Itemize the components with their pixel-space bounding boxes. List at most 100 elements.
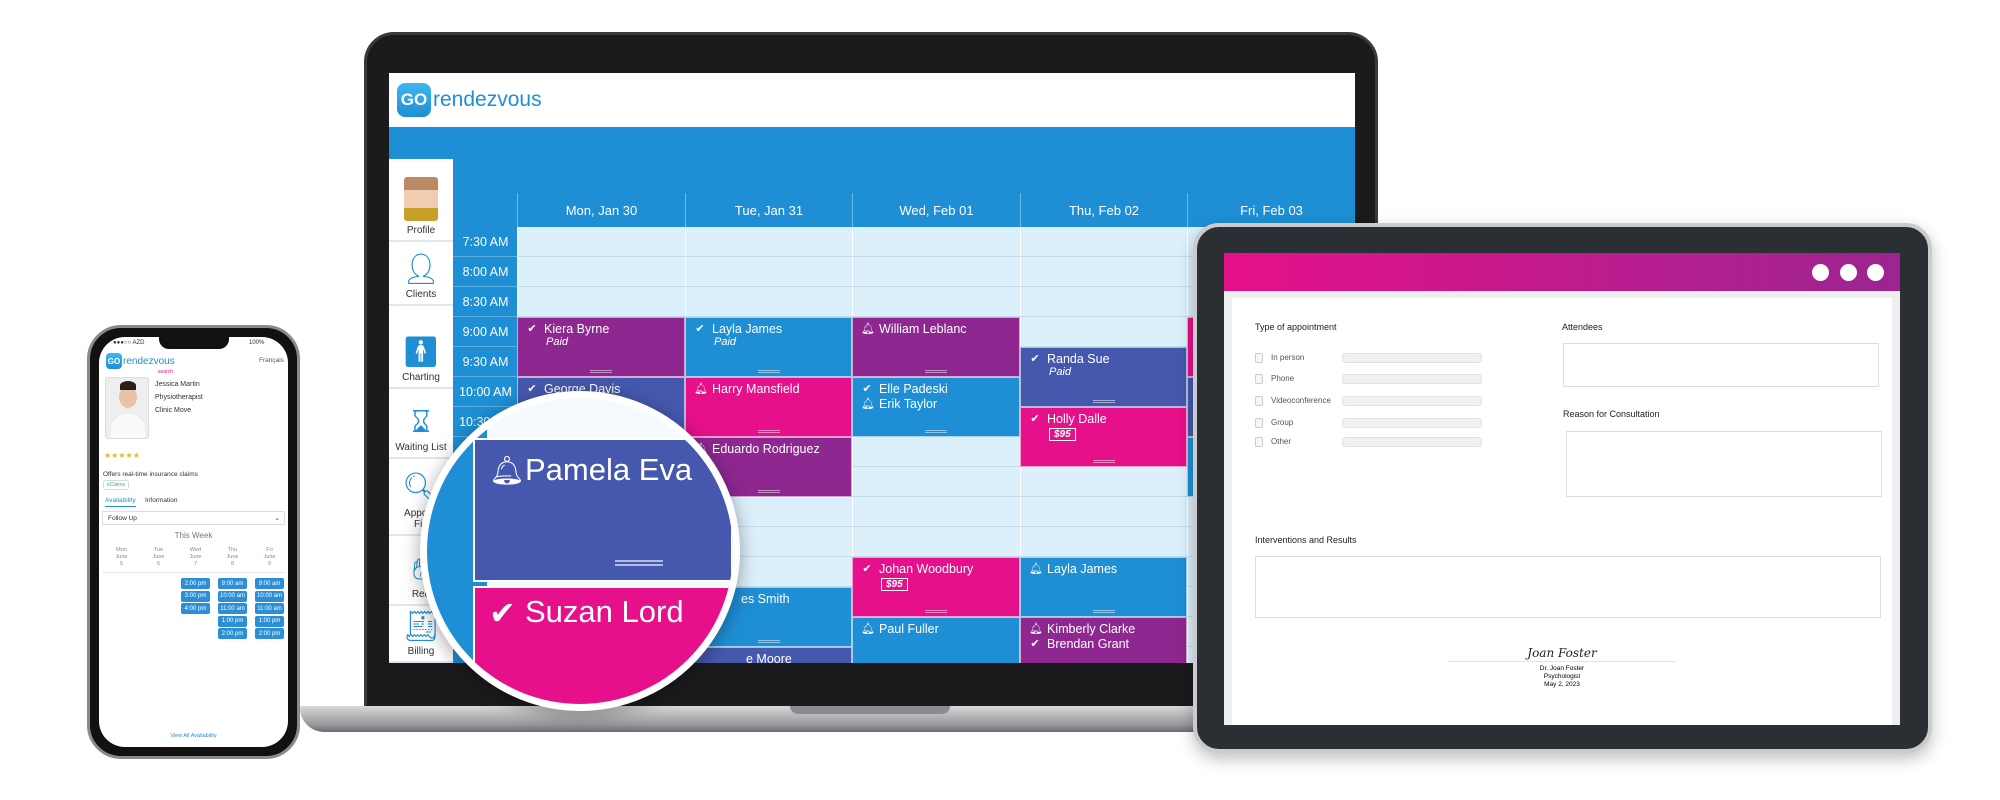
drag-grip[interactable] — [1092, 460, 1115, 463]
appointment[interactable]: 🔔︎ Layla James — [1020, 557, 1187, 617]
drag-grip[interactable] — [615, 560, 663, 566]
option-input[interactable] — [1342, 374, 1482, 384]
option-checkbox[interactable] — [1255, 437, 1263, 447]
time-slot-button[interactable]: 9:00 am — [255, 578, 284, 589]
time-slot[interactable] — [852, 227, 1020, 257]
time-slot-button[interactable]: 3:00 pm — [181, 590, 210, 602]
day-n: 6 — [156, 561, 161, 567]
time-slot-button[interactable]: 2:00 pm — [218, 628, 247, 639]
reason-field[interactable] — [1566, 431, 1882, 497]
time-slot-button[interactable]: 4:00 pm — [181, 603, 210, 614]
tab-information[interactable]: Information — [145, 497, 178, 504]
option-checkbox[interactable] — [1255, 374, 1263, 384]
time-slot[interactable] — [852, 527, 1020, 557]
time-slot-button[interactable]: 1:00 pm — [218, 615, 247, 627]
drag-grip[interactable] — [757, 370, 780, 373]
time-slot[interactable] — [852, 257, 1020, 287]
day-header[interactable]: Wed, Feb 01 — [852, 193, 1020, 227]
drag-grip[interactable] — [925, 430, 947, 433]
service-select[interactable]: Follow Up ⌄ — [102, 511, 285, 525]
appointment[interactable]: 🔔︎ William Leblanc — [852, 317, 1020, 377]
drag-grip[interactable] — [1092, 610, 1115, 613]
time-slot[interactable] — [1020, 287, 1187, 317]
drag-grip[interactable] — [757, 430, 780, 433]
time-slot[interactable] — [685, 287, 852, 317]
drag-grip[interactable] — [590, 370, 612, 373]
window-dot[interactable] — [1867, 264, 1884, 281]
appointment[interactable]: 🔔︎ Harry Mansfield — [685, 377, 852, 437]
client-name: Elle Padeski — [879, 381, 948, 396]
drag-grip[interactable] — [757, 640, 780, 643]
view-all-link[interactable]: View All Availability — [99, 733, 288, 739]
appointment[interactable]: ✔ Randa Sue Paid — [1020, 347, 1187, 407]
time-slot-button[interactable]: 2:00 pm — [255, 628, 284, 639]
time-slot[interactable] — [517, 257, 685, 287]
option-checkbox[interactable] — [1255, 353, 1263, 363]
time-slot[interactable] — [852, 287, 1020, 317]
time-slot-button[interactable]: 10:00 am — [218, 590, 247, 602]
option-label: In person — [1271, 353, 1305, 362]
drag-grip[interactable] — [925, 610, 947, 613]
option-checkbox[interactable] — [1255, 418, 1263, 428]
time-slot[interactable] — [1020, 227, 1187, 257]
appointment[interactable]: ✔ Kiera Byrne Paid — [517, 317, 685, 377]
appointment[interactable]: ✔ Johan Woodbury $95 — [852, 557, 1020, 617]
check-icon: ✔ — [527, 383, 537, 395]
option-input[interactable] — [1342, 396, 1482, 406]
window-dot[interactable] — [1840, 264, 1857, 281]
appointment[interactable]: 🔔︎ Paul Fuller — [852, 617, 1020, 663]
day-header[interactable]: Fri, Feb 03 — [1187, 193, 1355, 227]
time-slot[interactable] — [852, 497, 1020, 527]
time-slot[interactable] — [685, 227, 852, 257]
time-slot[interactable] — [1020, 527, 1187, 557]
time-slot-button[interactable]: 9:00 am — [218, 578, 247, 589]
provider-clinic: Clinic Move — [155, 407, 192, 414]
sidebar-item-clients[interactable]: 👤︎ Clients — [389, 242, 453, 306]
appointment[interactable]: ✔ Layla James Paid — [685, 317, 852, 377]
time-slot[interactable] — [1020, 467, 1187, 497]
time-slot[interactable] — [852, 467, 1020, 497]
app-logo[interactable]: GO rendezvous — [106, 353, 175, 369]
time-slot[interactable] — [1020, 257, 1187, 287]
attendees-field[interactable] — [1563, 343, 1879, 387]
time-slot[interactable] — [1020, 317, 1187, 347]
time-slot-button[interactable]: 11:00 am — [218, 603, 247, 614]
logo-mark: GO — [106, 353, 122, 369]
chart-person-icon: 🚹︎ — [401, 336, 441, 369]
interventions-field[interactable] — [1255, 556, 1881, 618]
appointment-line: 🔔︎ Paul Fuller — [861, 621, 1011, 636]
drag-grip[interactable] — [1092, 400, 1115, 403]
window-dot[interactable] — [1812, 264, 1829, 281]
time-slot-button[interactable]: 1:00 pm — [255, 615, 284, 627]
appointment-zoomed-bottom[interactable]: ✔ Suzan Lord — [473, 586, 733, 704]
tab-availability[interactable]: Availability — [105, 497, 136, 507]
sidebar-item-profile[interactable]: Profile — [389, 159, 453, 242]
time-slot[interactable] — [1020, 497, 1187, 527]
time-slot-button[interactable]: 11:00 am — [255, 603, 284, 614]
day-header[interactable]: Tue, Jan 31 — [685, 193, 852, 227]
appointment[interactable]: 🔔︎ Kimberly Clarke ✔ Brendan Grant — [1020, 617, 1187, 663]
option-input[interactable] — [1342, 418, 1482, 428]
payment-status: Paid — [546, 336, 569, 348]
option-checkbox[interactable] — [1255, 396, 1263, 406]
appointment[interactable]: ✔ Holly Dalle $95 — [1020, 407, 1187, 467]
phone-notch — [159, 337, 229, 349]
time-slot[interactable] — [852, 437, 1020, 467]
appointment[interactable]: ✔ Elle Padeski 🔔︎ Erik Taylor — [852, 377, 1020, 437]
option-input[interactable] — [1342, 437, 1482, 447]
day-header[interactable]: Mon, Jan 30 — [517, 193, 685, 227]
time-slot-button[interactable]: 2:00 pm — [181, 578, 210, 589]
sidebar-item-charting[interactable]: 🚹︎ Charting — [389, 306, 453, 389]
time-slot-button[interactable]: 10:00 am — [255, 590, 284, 602]
time-slot[interactable] — [685, 257, 852, 287]
time-slot[interactable] — [517, 227, 685, 257]
time-slot[interactable] — [517, 287, 685, 317]
day-header[interactable]: Thu, Feb 02 — [1020, 193, 1187, 227]
drag-grip[interactable] — [757, 490, 780, 493]
option-input[interactable] — [1342, 353, 1482, 363]
app-logo[interactable]: GO rendezvous — [397, 83, 542, 117]
language-link[interactable]: Français — [259, 357, 284, 364]
insurance-text: Offers real-time insurance claims — [103, 471, 198, 478]
drag-grip[interactable] — [925, 370, 947, 373]
appointment-zoomed-top[interactable]: 🔔︎ Pamela Eva — [473, 438, 733, 582]
